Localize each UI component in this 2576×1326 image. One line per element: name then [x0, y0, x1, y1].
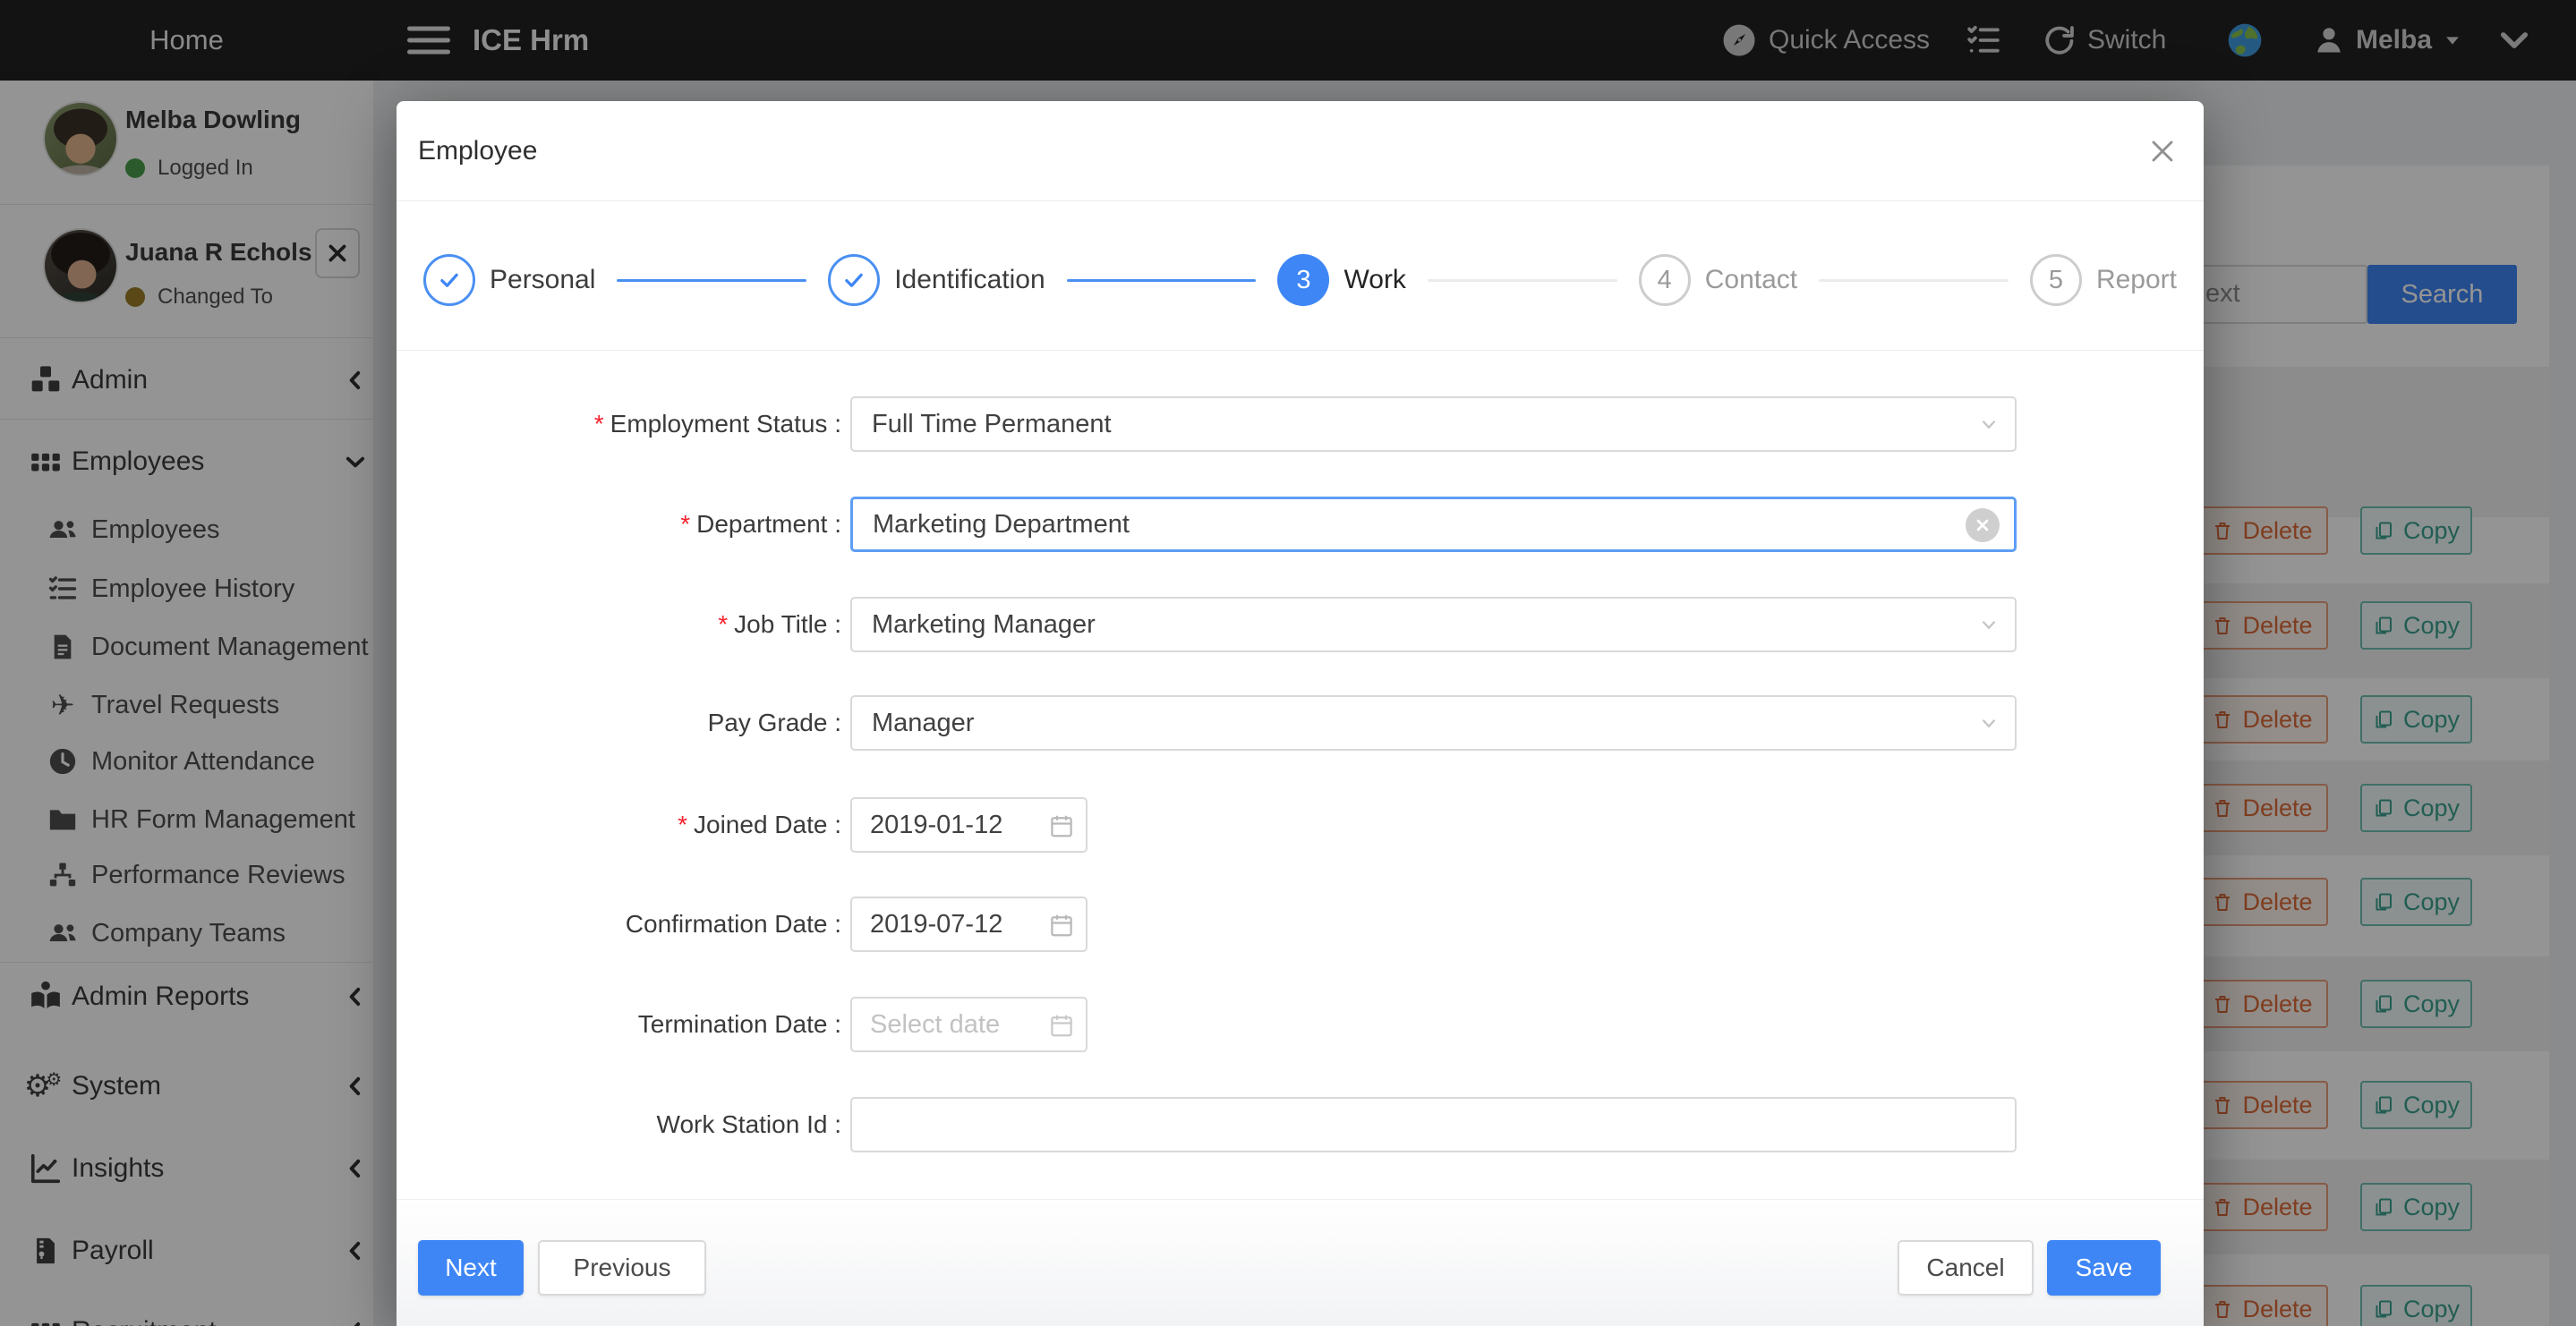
close-icon	[2145, 133, 2180, 169]
save-button[interactable]: Save	[2047, 1240, 2161, 1296]
select-value: Full Time Permanent	[872, 410, 1112, 439]
date-value: 2019-01-12	[870, 811, 1002, 840]
calendar-icon	[1048, 812, 1075, 839]
step-contact[interactable]: 4 Contact	[1639, 254, 1797, 306]
step-number: 5	[2030, 254, 2082, 306]
form-row-confirmation-date: Confirmation Date : 2019-07-12	[397, 897, 2204, 952]
required-asterisk: *	[680, 510, 690, 538]
select-value: Marketing Department	[873, 510, 1130, 540]
employee-modal: Employee Personal Identification 3 Work	[397, 101, 2204, 1326]
field-label: Work Station Id :	[397, 1097, 841, 1152]
step-number: 4	[1639, 254, 1691, 306]
department-select[interactable]: Marketing Department	[850, 497, 2017, 552]
modal-footer: Next Previous Cancel Save	[397, 1199, 2204, 1326]
required-asterisk: *	[678, 811, 687, 838]
app-root: Home ICE Hrm Quick Access Switch Melba	[0, 0, 2576, 1326]
field-label: *Joined Date :	[397, 797, 841, 853]
form-row-pay-grade: Pay Grade : Manager	[397, 695, 2204, 751]
form-row-employment-status: *Employment Status : Full Time Permanent	[397, 396, 2204, 452]
job-title-select[interactable]: Marketing Manager	[850, 597, 2017, 652]
step-check-icon	[828, 254, 880, 306]
step-number: 3	[1277, 254, 1329, 306]
form-row-work-station-id: Work Station Id :	[397, 1097, 2204, 1152]
step-label: Contact	[1705, 265, 1797, 295]
form-row-department: *Department : Marketing Department	[397, 497, 2204, 552]
form-row-joined-date: *Joined Date : 2019-01-12	[397, 797, 2204, 853]
step-label: Work	[1343, 265, 1405, 295]
field-label: Termination Date :	[397, 997, 841, 1052]
date-placeholder: Select date	[870, 1010, 1000, 1040]
form-row-job-title: *Job Title : Marketing Manager	[397, 597, 2204, 652]
field-label: *Employment Status :	[397, 396, 841, 452]
divider	[397, 200, 2204, 201]
divider	[397, 350, 2204, 351]
field-label: *Department :	[397, 497, 841, 552]
field-label: Confirmation Date :	[397, 897, 841, 952]
step-identification[interactable]: Identification	[828, 254, 1045, 306]
modal-title: Employee	[418, 101, 537, 201]
cancel-button[interactable]: Cancel	[1898, 1240, 2034, 1296]
pay-grade-select[interactable]: Manager	[850, 695, 2017, 751]
step-label: Report	[2096, 265, 2177, 295]
wizard-steps: Personal Identification 3 Work 4 Contact…	[397, 217, 2204, 343]
chevron-down-icon	[1977, 412, 2000, 436]
step-personal[interactable]: Personal	[423, 254, 595, 306]
work-station-id-input[interactable]	[850, 1097, 2017, 1152]
required-asterisk: *	[718, 610, 728, 638]
joined-date-input[interactable]: 2019-01-12	[850, 797, 1088, 853]
chevron-down-icon	[1977, 613, 2000, 636]
field-label: Pay Grade :	[397, 695, 841, 751]
step-connector	[617, 279, 806, 282]
previous-button[interactable]: Previous	[538, 1240, 706, 1296]
step-label: Personal	[490, 265, 595, 295]
select-value: Marketing Manager	[872, 610, 1096, 640]
step-label: Identification	[894, 265, 1045, 295]
step-report[interactable]: 5 Report	[2030, 254, 2177, 306]
step-connector	[1067, 279, 1257, 282]
step-connector	[1428, 279, 1617, 282]
date-value: 2019-07-12	[870, 910, 1002, 939]
form-row-termination-date: Termination Date : Select date	[397, 997, 2204, 1052]
next-button[interactable]: Next	[418, 1240, 524, 1296]
calendar-icon	[1048, 912, 1075, 939]
step-check-icon	[423, 254, 475, 306]
step-connector	[1819, 279, 2009, 282]
step-work[interactable]: 3 Work	[1277, 254, 1405, 306]
select-value: Manager	[872, 709, 974, 738]
clear-icon[interactable]	[1966, 508, 2000, 542]
termination-date-input[interactable]: Select date	[850, 997, 1088, 1052]
calendar-icon	[1048, 1012, 1075, 1039]
chevron-down-icon	[1977, 711, 2000, 735]
field-label: *Job Title :	[397, 597, 841, 652]
confirmation-date-input[interactable]: 2019-07-12	[850, 897, 1088, 952]
employment-status-select[interactable]: Full Time Permanent	[850, 396, 2017, 452]
required-asterisk: *	[594, 410, 604, 438]
modal-close-button[interactable]	[2145, 133, 2180, 169]
